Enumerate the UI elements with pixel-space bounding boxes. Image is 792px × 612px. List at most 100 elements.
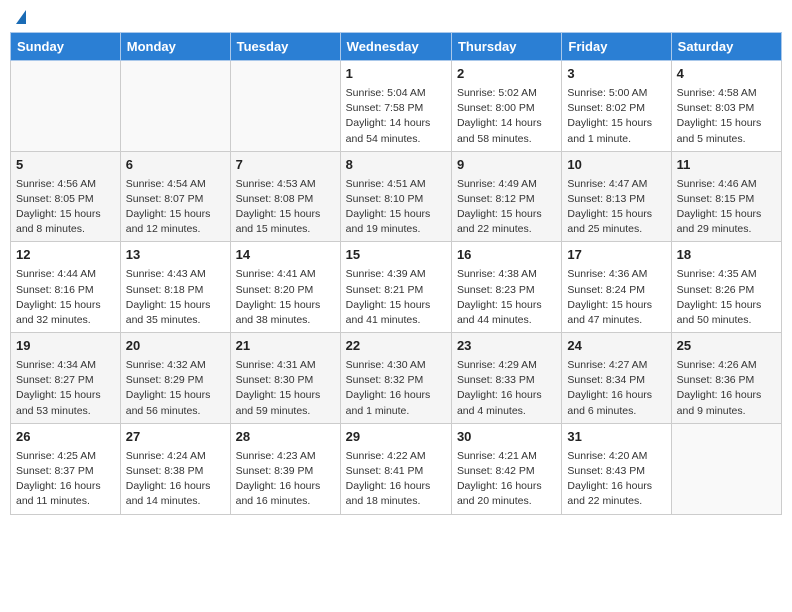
calendar-cell: 10Sunrise: 4:47 AMSunset: 8:13 PMDayligh… [562,151,671,242]
day-info-line: Sunrise: 5:02 AM [457,86,556,101]
calendar-cell: 29Sunrise: 4:22 AMSunset: 8:41 PMDayligh… [340,423,451,514]
day-info-line: Sunset: 8:42 PM [457,464,556,479]
calendar-cell: 31Sunrise: 4:20 AMSunset: 8:43 PMDayligh… [562,423,671,514]
day-info-line: Sunrise: 4:56 AM [16,177,115,192]
day-info-line: Sunrise: 4:35 AM [677,267,776,282]
day-info-line: Sunset: 8:12 PM [457,192,556,207]
calendar-body: 1Sunrise: 5:04 AMSunset: 7:58 PMDaylight… [11,61,782,515]
day-number: 16 [457,246,556,265]
day-info-line: Sunset: 8:30 PM [236,373,335,388]
day-info-line: Sunrise: 4:39 AM [346,267,446,282]
day-info-line: Sunset: 8:21 PM [346,283,446,298]
day-info-line: Sunset: 8:41 PM [346,464,446,479]
day-info-line: Daylight: 15 hours and 41 minutes. [346,298,446,328]
day-info-line: Sunset: 8:16 PM [16,283,115,298]
weekday-header-thursday: Thursday [451,33,561,61]
day-number: 31 [567,428,665,447]
day-info-line: Sunset: 7:58 PM [346,101,446,116]
day-info-line: Daylight: 15 hours and 5 minutes. [677,116,776,146]
calendar-cell: 4Sunrise: 4:58 AMSunset: 8:03 PMDaylight… [671,61,781,152]
calendar-cell: 17Sunrise: 4:36 AMSunset: 8:24 PMDayligh… [562,242,671,333]
day-number: 1 [346,65,446,84]
day-number: 9 [457,156,556,175]
day-info-line: Daylight: 15 hours and 12 minutes. [126,207,225,237]
day-info-line: Sunrise: 4:46 AM [677,177,776,192]
day-info-line: Sunset: 8:05 PM [16,192,115,207]
day-number: 7 [236,156,335,175]
day-number: 6 [126,156,225,175]
day-info-line: Daylight: 14 hours and 54 minutes. [346,116,446,146]
day-info-line: Daylight: 16 hours and 11 minutes. [16,479,115,509]
day-number: 10 [567,156,665,175]
day-number: 21 [236,337,335,356]
day-info-line: Sunset: 8:29 PM [126,373,225,388]
day-number: 15 [346,246,446,265]
calendar-cell: 24Sunrise: 4:27 AMSunset: 8:34 PMDayligh… [562,333,671,424]
day-info-line: Daylight: 15 hours and 56 minutes. [126,388,225,418]
calendar-cell: 28Sunrise: 4:23 AMSunset: 8:39 PMDayligh… [230,423,340,514]
day-number: 27 [126,428,225,447]
calendar-cell: 7Sunrise: 4:53 AMSunset: 8:08 PMDaylight… [230,151,340,242]
day-number: 17 [567,246,665,265]
calendar-cell: 14Sunrise: 4:41 AMSunset: 8:20 PMDayligh… [230,242,340,333]
day-info-line: Sunset: 8:24 PM [567,283,665,298]
day-info-line: Sunrise: 5:00 AM [567,86,665,101]
day-info-line: Daylight: 15 hours and 15 minutes. [236,207,335,237]
day-info-line: Sunrise: 4:34 AM [16,358,115,373]
day-info-line: Sunrise: 4:53 AM [236,177,335,192]
logo-triangle-icon [16,10,26,24]
page-header [10,10,782,24]
day-info-line: Sunrise: 4:23 AM [236,449,335,464]
calendar-cell: 20Sunrise: 4:32 AMSunset: 8:29 PMDayligh… [120,333,230,424]
day-info-line: Daylight: 16 hours and 16 minutes. [236,479,335,509]
day-info-line: Sunset: 8:27 PM [16,373,115,388]
calendar-cell: 15 Sunrise: 4:39 AMSunset: 8:21 PMDayligh… [340,242,451,333]
calendar-cell: 16Sunrise: 4:38 AMSunset: 8:23 PMDayligh… [451,242,561,333]
day-info-line: Daylight: 16 hours and 1 minute. [346,388,446,418]
day-info-line: Sunrise: 4:49 AM [457,177,556,192]
calendar-week-4: 19 Sunrise: 4:34 AMSunset: 8:27 PM Dayligh… [11,333,782,424]
day-info-line: Sunrise: 4:22 AM [346,449,446,464]
day-info-line: Daylight: 15 hours and 32 minutes. [16,298,115,328]
day-number: 2 [457,65,556,84]
day-info-line: Daylight: 15 hours and 22 minutes. [457,207,556,237]
day-number: 23 [457,337,556,356]
day-info-line: Sunrise: 4:30 AM [346,358,446,373]
day-info-line: Sunset: 8:15 PM [677,192,776,207]
calendar-cell: 19Sunrise: 4:34 AMSunset: 8:27 PMDayligh… [11,333,121,424]
day-info-line: Sunset: 8:02 PM [567,101,665,116]
day-info-line: Daylight: 16 hours and 22 minutes. [567,479,665,509]
day-info-line: Sunset: 8:23 PM [457,283,556,298]
day-info-line: Daylight: 15 hours and 25 minutes. [567,207,665,237]
day-info-line: Sunset: 8:10 PM [346,192,446,207]
day-info-line: Sunset: 8:18 PM [126,283,225,298]
weekday-header-tuesday: Tuesday [230,33,340,61]
calendar-cell: 9 Sunrise: 4:49 AMSunset: 8:12 PMDaylight… [451,151,561,242]
day-number: 8 [346,156,446,175]
day-number: 13 [126,246,225,265]
day-info-line: Sunset: 8:13 PM [567,192,665,207]
day-info-line: Daylight: 15 hours and 50 minutes. [677,298,776,328]
day-info-line: Daylight: 15 hours and 38 minutes. [236,298,335,328]
calendar-week-5: 26Sunrise: 4:25 AMSunset: 8:37 PMDayligh… [11,423,782,514]
day-info-line: Sunset: 8:20 PM [236,283,335,298]
day-number: 26 [16,428,115,447]
weekday-header-sunday: Sunday [11,33,121,61]
day-info-line: Daylight: 15 hours and 1 minute. [567,116,665,146]
calendar-cell: 1 Sunrise: 5:04 AMSunset: 7:58 PMDaylight… [340,61,451,152]
day-info-line: Daylight: 14 hours and 58 minutes. [457,116,556,146]
calendar-cell: 23Sunrise: 4:29 AMSunset: 8:33 PMDayligh… [451,333,561,424]
day-number: 24 [567,337,665,356]
day-info-line: Sunrise: 5:04 AM [346,86,446,101]
day-number: 19 [16,337,115,356]
day-info-line: Sunrise: 4:58 AM [677,86,776,101]
calendar-table: SundayMondayTuesdayWednesdayThursdayFrid… [10,32,782,515]
day-number: 29 [346,428,446,447]
calendar-cell: 30Sunrise: 4:21 AMSunset: 8:42 PMDayligh… [451,423,561,514]
day-info-line: Daylight: 15 hours and 59 minutes. [236,388,335,418]
calendar-cell: 18Sunrise: 4:35 AMSunset: 8:26 PMDayligh… [671,242,781,333]
calendar-cell [120,61,230,152]
day-number: 11 [677,156,776,175]
day-info-line: Sunrise: 4:24 AM [126,449,225,464]
calendar-cell [230,61,340,152]
